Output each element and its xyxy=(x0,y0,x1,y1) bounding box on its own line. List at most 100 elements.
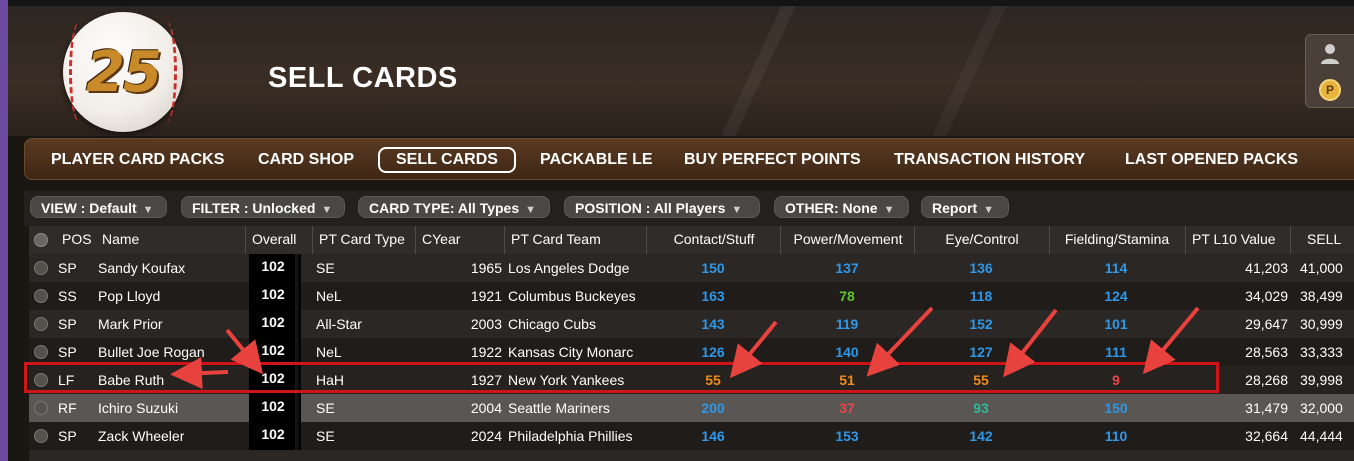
team-cell: Columbus Buckeyes xyxy=(508,288,636,304)
perfect-points-coin-icon[interactable]: P xyxy=(1319,79,1341,101)
overall-stripe xyxy=(295,366,301,394)
nav-packable-le[interactable]: PACKABLE LE xyxy=(540,147,653,173)
power-cell: 119 xyxy=(835,316,859,332)
overall-cell: 102 xyxy=(261,314,285,330)
row-select-radio[interactable] xyxy=(34,429,48,443)
team-cell: Philadelphia Phillies xyxy=(508,428,633,444)
card-type-dropdown-label: CARD TYPE: All Types xyxy=(369,200,520,216)
eye-cell: 55 xyxy=(973,372,989,388)
filter-dropdown[interactable]: FILTER : Unlocked ▼ xyxy=(181,196,345,218)
card-type-dropdown[interactable]: CARD TYPE: All Types ▼ xyxy=(358,196,550,218)
row-select-radio[interactable] xyxy=(34,345,48,359)
sell-cell: 41,000 xyxy=(1300,260,1343,276)
value-cell: 41,203 xyxy=(1245,260,1288,276)
other-dropdown-label: OTHER: None xyxy=(785,200,878,216)
power-cell: 78 xyxy=(839,288,855,304)
page-title: SELL CARDS xyxy=(268,62,458,94)
team-cell: Seattle Mariners xyxy=(508,400,610,416)
other-dropdown[interactable]: OTHER: None ▼ xyxy=(774,196,909,218)
table-row[interactable]: RF Ichiro Suzuki 102 SE 2004 Seattle Mar… xyxy=(29,394,1354,422)
nav-transaction-history[interactable]: TRANSACTION HISTORY xyxy=(894,147,1085,173)
sell-cell: 33,333 xyxy=(1300,344,1343,360)
col-pt-card-type[interactable]: PT Card Type xyxy=(312,226,419,254)
row-select-radio[interactable] xyxy=(34,289,48,303)
contact-cell: 143 xyxy=(701,316,725,332)
overall-stripe xyxy=(295,254,301,282)
eye-cell: 127 xyxy=(969,344,993,360)
table-row-partial xyxy=(29,450,1354,461)
col-pos[interactable]: POS xyxy=(62,226,92,254)
nav-card-shop[interactable]: CARD SHOP xyxy=(258,147,354,173)
col-overall[interactable]: Overall xyxy=(245,226,316,254)
nav-player-card-packs[interactable]: PLAYER CARD PACKS xyxy=(51,147,224,173)
pos-cell: RF xyxy=(58,400,77,416)
row-select-radio[interactable] xyxy=(34,373,48,387)
contact-cell: 150 xyxy=(701,260,725,276)
fielding-cell: 111 xyxy=(1105,344,1127,360)
view-dropdown-label: VIEW : Default xyxy=(41,200,137,216)
nav-sell-cards[interactable]: SELL CARDS xyxy=(378,147,516,173)
col-name[interactable]: Name xyxy=(102,226,139,254)
name-cell: Babe Ruth xyxy=(98,372,165,388)
overall-cell: 102 xyxy=(261,370,285,386)
card-type-cell: NeL xyxy=(316,288,342,304)
value-cell: 31,479 xyxy=(1245,400,1288,416)
value-cell: 28,563 xyxy=(1245,344,1288,360)
card-type-cell: All-Star xyxy=(316,316,362,332)
fielding-cell: 114 xyxy=(1104,260,1128,276)
user-icon[interactable] xyxy=(1318,41,1342,65)
col-eye-control[interactable]: Eye/Control xyxy=(914,226,1049,254)
fielding-cell: 110 xyxy=(1104,428,1128,444)
select-all-radio[interactable] xyxy=(34,233,48,247)
position-dropdown[interactable]: POSITION : All Players ▼ xyxy=(564,196,760,218)
col-power-movement[interactable]: Power/Movement xyxy=(780,226,915,254)
col-sell[interactable]: SELL xyxy=(1290,226,1354,254)
row-select-radio[interactable] xyxy=(34,261,48,275)
pos-cell: SS xyxy=(58,288,77,304)
nav-buy-perfect-points[interactable]: BUY PERFECT POINTS xyxy=(684,147,861,173)
name-cell: Ichiro Suzuki xyxy=(98,400,179,416)
nav-last-opened-packs[interactable]: LAST OPENED PACKS xyxy=(1125,147,1298,173)
main-nav: PLAYER CARD PACKS CARD SHOP SELL CARDS P… xyxy=(24,138,1354,180)
name-cell: Mark Prior xyxy=(98,316,163,332)
table-row[interactable]: SS Pop Lloyd 102 NeL 1921 Columbus Bucke… xyxy=(29,282,1354,310)
name-cell: Bullet Joe Rogan xyxy=(98,344,205,360)
overall-cell: 102 xyxy=(261,258,285,274)
table-row[interactable]: SP Zack Wheeler 102 SE 2024 Philadelphia… xyxy=(29,422,1354,450)
chevron-down-icon: ▼ xyxy=(983,204,995,216)
row-select-radio[interactable] xyxy=(34,317,48,331)
col-pt-card-team[interactable]: PT Card Team xyxy=(504,226,651,254)
table-row[interactable]: SP Mark Prior 102 All-Star 2003 Chicago … xyxy=(29,310,1354,338)
power-cell: 137 xyxy=(835,260,859,276)
app-root: 25 SELL CARDS P PLAYER CARD PACKS CARD S… xyxy=(0,0,1354,461)
col-fielding-stamina[interactable]: Fielding/Stamina xyxy=(1049,226,1184,254)
overall-cell: 102 xyxy=(261,398,285,414)
overall-stripe xyxy=(295,422,301,450)
table-row[interactable]: SP Sandy Koufax 102 SE 1965 Los Angeles … xyxy=(29,254,1354,282)
account-widget: P xyxy=(1305,34,1354,108)
col-pt-l10-value[interactable]: PT L10 Value xyxy=(1185,226,1295,254)
contact-cell: 55 xyxy=(705,372,721,388)
eye-cell: 118 xyxy=(969,288,993,304)
team-cell: Kansas City Monarc xyxy=(508,344,634,360)
table-row[interactable]: SP Bullet Joe Rogan 102 NeL 1922 Kansas … xyxy=(29,338,1354,366)
fielding-cell: 150 xyxy=(1104,400,1128,416)
sell-cell: 39,998 xyxy=(1300,372,1343,388)
col-cyear[interactable]: CYear xyxy=(415,226,508,254)
value-cell: 34,029 xyxy=(1245,288,1288,304)
overall-cell: 102 xyxy=(261,342,285,358)
eye-cell: 142 xyxy=(969,428,993,444)
chevron-down-icon: ▼ xyxy=(525,204,537,216)
report-dropdown[interactable]: Report ▼ xyxy=(921,196,1009,218)
contact-cell: 200 xyxy=(701,400,725,416)
chevron-down-icon: ▼ xyxy=(321,204,333,216)
overall-stripe xyxy=(295,310,301,338)
year-cell: 2004 xyxy=(470,400,502,416)
value-cell: 32,664 xyxy=(1245,428,1288,444)
row-select-radio[interactable] xyxy=(34,401,48,415)
cards-table: POS Name Overall PT Card Type CYear PT C… xyxy=(29,226,1354,461)
col-contact-stuff[interactable]: Contact/Stuff xyxy=(646,226,781,254)
view-dropdown[interactable]: VIEW : Default ▼ xyxy=(30,196,167,218)
sell-cell: 32,000 xyxy=(1300,400,1343,416)
table-row[interactable]: LF Babe Ruth 102 HaH 1927 New York Yanke… xyxy=(29,366,1354,394)
